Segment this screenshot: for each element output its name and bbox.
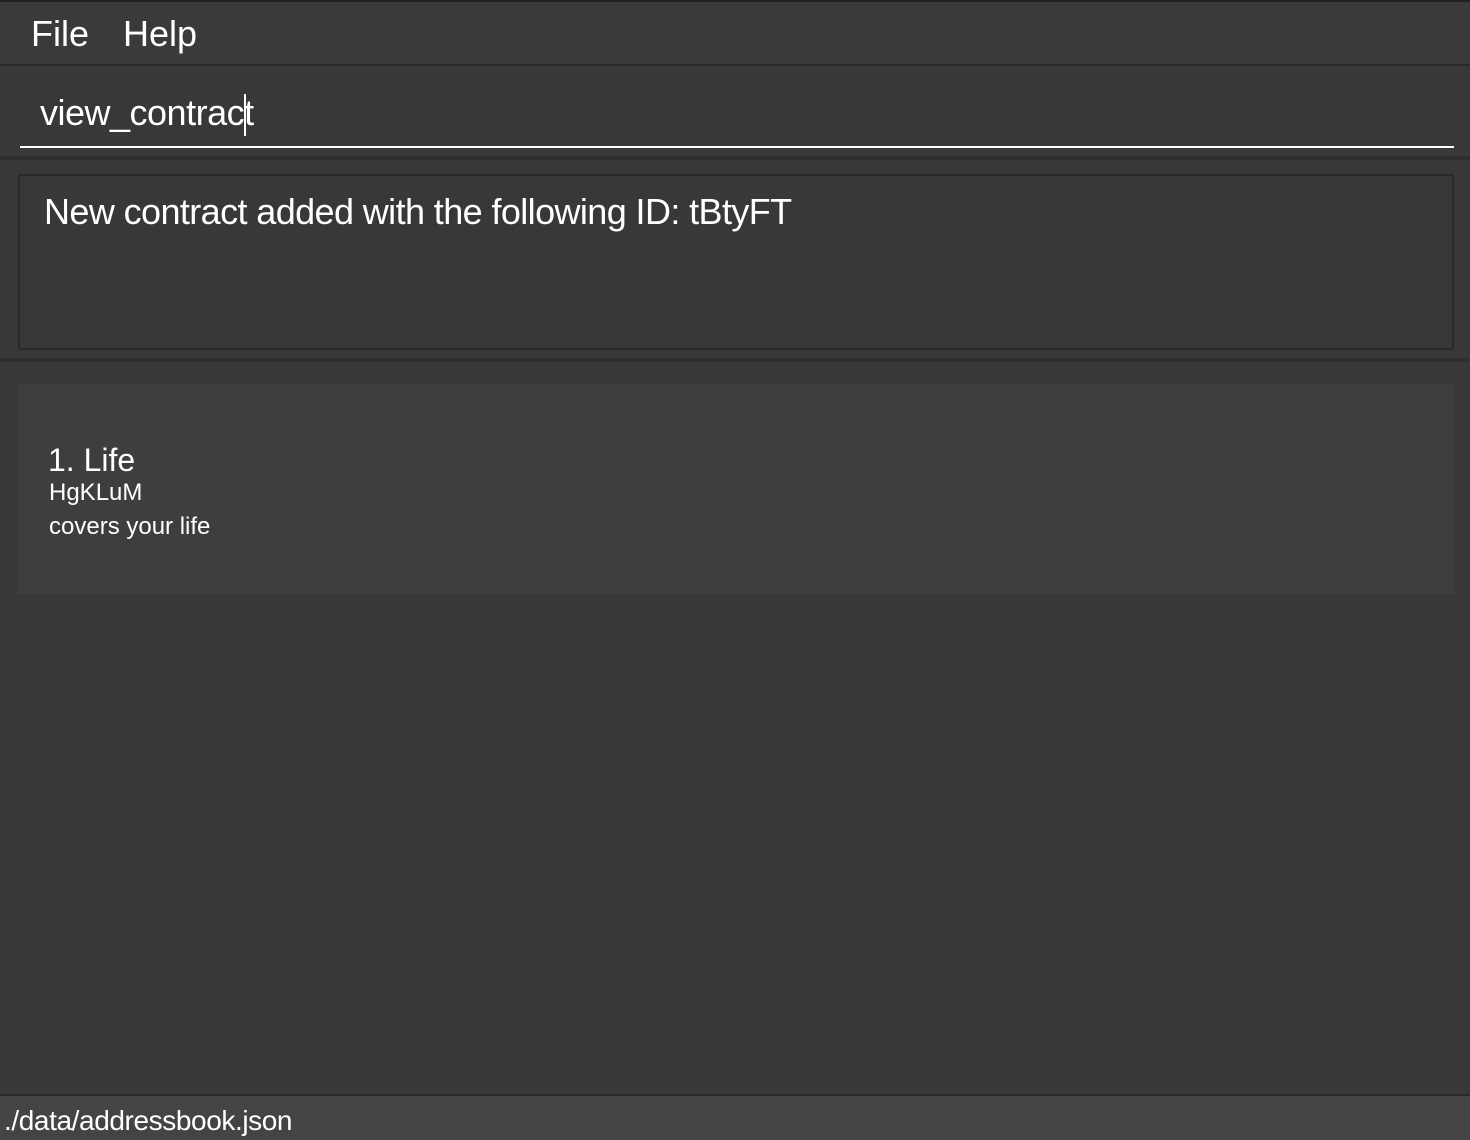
menu-help[interactable]: Help (123, 12, 197, 56)
menu-file[interactable]: File (31, 12, 89, 56)
data-file-path: ./data/addressbook.json (4, 1105, 293, 1136)
result-display: New contract added with the following ID… (0, 162, 1470, 362)
contract-card[interactable]: 1. Life HgKLuM covers your life (18, 384, 1454, 594)
status-bar: ./data/addressbook.json (0, 1094, 1470, 1140)
command-box (0, 66, 1470, 160)
contract-id: HgKLuM (49, 479, 143, 506)
command-input[interactable] (20, 80, 1454, 148)
result-message: New contract added with the following ID… (44, 191, 792, 232)
contract-title: 1. Life (48, 442, 136, 478)
contract-description: covers your life (49, 513, 211, 540)
text-caret (244, 94, 246, 136)
result-box[interactable]: New contract added with the following ID… (18, 174, 1454, 350)
contract-list: 1. Life HgKLuM covers your life (0, 364, 1470, 1094)
menu-bar: File Help (0, 2, 1470, 66)
app-window: File Help New contract added with the fo… (0, 0, 1470, 1140)
